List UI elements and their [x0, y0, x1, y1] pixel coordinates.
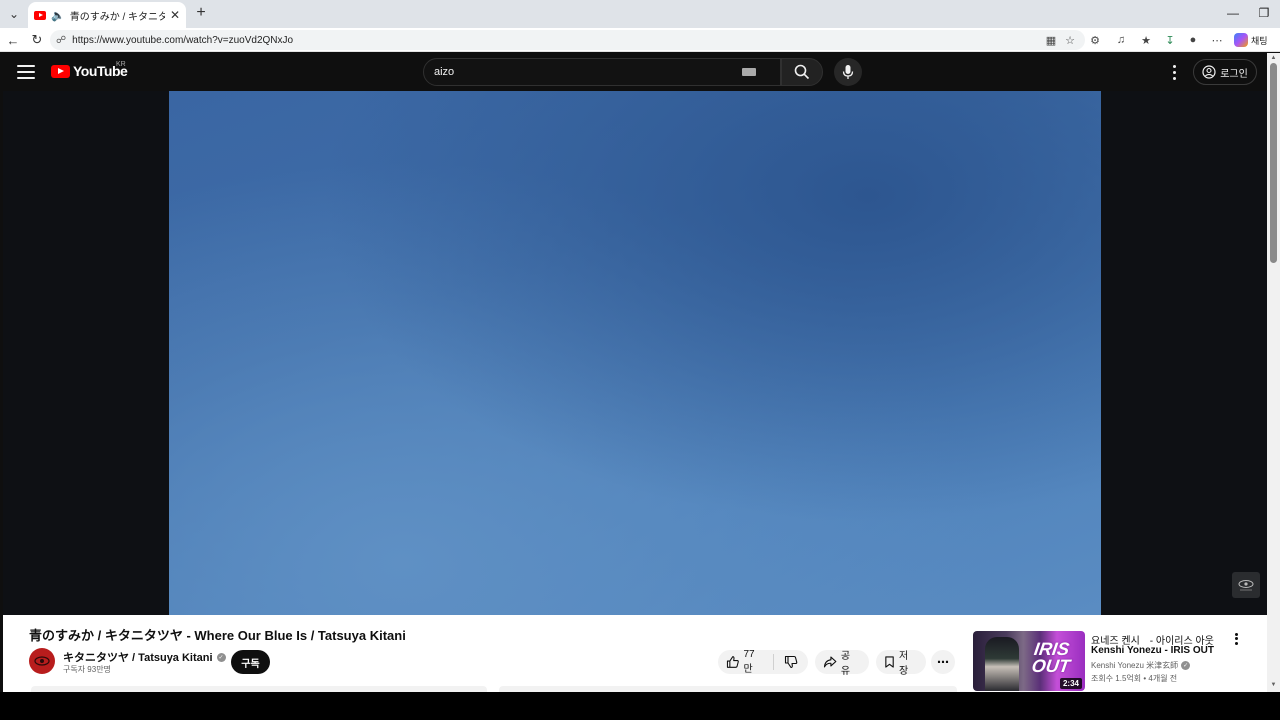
save-button[interactable]: 저장 — [876, 650, 926, 677]
search-button[interactable] — [781, 58, 823, 86]
account-circle-icon — [1202, 65, 1216, 79]
recommendation-menu-icon[interactable] — [1230, 632, 1242, 646]
microphone-icon — [842, 65, 854, 79]
login-button[interactable]: 로그인 — [1193, 59, 1257, 85]
tab-actions-menu-icon[interactable]: ⌄ — [4, 4, 24, 24]
keyboard-icon[interactable] — [742, 68, 756, 76]
video-title: 青のすみか / キタニタツヤ - Where Our Blue Is / Tat… — [29, 628, 406, 643]
search-query-text: aizo — [434, 66, 455, 78]
search-input[interactable]: aizo — [423, 58, 781, 86]
favorite-star-icon[interactable]: ☆ — [1062, 32, 1078, 48]
page-scrollbar[interactable]: ▲ ▼ — [1267, 53, 1280, 692]
guide-menu-icon[interactable] — [17, 65, 35, 79]
recommended-channel[interactable]: Kenshi Yonezu 米津玄師 ✓ — [1091, 660, 1191, 671]
reload-icon[interactable]: ↻ — [28, 31, 46, 49]
channel-name-link[interactable]: キタニタツヤ / Tatsuya Kitani ✓ — [63, 649, 226, 665]
settings-kebab-icon[interactable] — [1168, 63, 1180, 81]
share-arrow-icon — [823, 656, 837, 668]
scroll-up-icon[interactable]: ▲ — [1270, 55, 1277, 61]
url-field[interactable]: ☍ https://www.youtube.com/watch?v=zuoVd2… — [50, 30, 1085, 50]
verified-badge-icon: ✓ — [1181, 661, 1191, 670]
restore-button[interactable]: ❐ — [1249, 4, 1279, 22]
watch-metadata: 青のすみか / キタニタツヤ - Where Our Blue Is / Tat… — [3, 615, 1267, 692]
share-label: 공유 — [840, 651, 851, 677]
scroll-down-icon[interactable]: ▼ — [1270, 682, 1277, 688]
channel-name: キタニタツヤ / Tatsuya Kitani — [63, 652, 213, 664]
youtube-favicon-icon — [34, 10, 46, 20]
extensions-icon[interactable]: ⚙ — [1087, 32, 1103, 48]
app-available-icon[interactable]: ▦ — [1043, 32, 1059, 48]
channel-avatar[interactable] — [29, 648, 55, 674]
favorites-icon[interactable]: ★ — [1138, 32, 1154, 48]
like-dislike-segment: 77만 — [718, 649, 808, 675]
copilot-icon — [1234, 33, 1248, 47]
verified-badge-icon: ✓ — [216, 652, 226, 662]
eye-logo-icon — [34, 656, 50, 666]
back-arrow-icon[interactable]: ← — [4, 31, 22, 49]
video-duration: 2:34 — [1059, 678, 1082, 689]
settings-more-icon[interactable]: ⋯ — [1209, 32, 1225, 48]
recommended-video-meta: 조회수 1.5억회 • 4개월 전 — [1091, 674, 1178, 683]
recommended-video-subtitle[interactable]: Kenshi Yonezu - IRIS OUT — [1091, 645, 1214, 656]
channel-watermark-icon[interactable] — [1232, 572, 1260, 598]
tab-title: 青のすみか / キタニタツヤ - Whe — [69, 11, 165, 23]
tab-close-icon[interactable]: ✕ — [170, 8, 180, 22]
thumbnail-title-art: IRIS OUT — [1030, 639, 1072, 676]
browser-tab-bar: ⌄ 🔈 青のすみか / キタニタツヤ - Whe ✕ + — — [0, 0, 1280, 28]
copilot-label: 채팅 — [1251, 35, 1268, 46]
recommended-video-thumbnail[interactable]: IRIS OUT 2:34 — [973, 631, 1085, 691]
scroll-thumb[interactable] — [1270, 63, 1277, 263]
video-player[interactable] — [3, 91, 1267, 615]
thumbs-up-icon — [726, 656, 739, 668]
search-icon — [794, 64, 810, 80]
new-tab-button[interactable]: + — [192, 4, 210, 22]
save-label: 저장 — [899, 651, 909, 677]
youtube-masthead: YouTube KR aizo 로그인 — [3, 53, 1267, 91]
thumbs-down-icon — [784, 655, 798, 669]
recommended-channel-name: Kenshi Yonezu 米津玄師 — [1091, 661, 1179, 670]
region-code: KR — [116, 61, 126, 68]
login-label: 로그인 — [1220, 68, 1248, 80]
dislike-button[interactable] — [774, 655, 808, 669]
url-text: https://www.youtube.com/watch?v=zuoVd2QN… — [72, 34, 294, 46]
like-button[interactable]: 77만 — [718, 649, 774, 675]
subscriber-count: 구독자 93만명 — [63, 665, 111, 674]
site-info-icon[interactable]: ☍ — [56, 35, 66, 46]
media-control-icon[interactable]: ♫ — [1113, 32, 1129, 48]
browser-address-bar: ← ↻ ☍ https://www.youtube.com/watch?v=zu… — [0, 28, 1280, 52]
profile-avatar-icon[interactable]: ● — [1185, 32, 1201, 48]
browser-tab-active[interactable]: 🔈 青のすみか / キタニタツヤ - Whe ✕ — [28, 2, 186, 28]
video-frame[interactable] — [169, 91, 1101, 615]
voice-search-button[interactable] — [834, 58, 862, 86]
share-button[interactable]: 공유 — [815, 650, 869, 677]
youtube-play-icon — [51, 64, 70, 78]
subscribe-button[interactable]: 구독 — [231, 650, 270, 674]
taskbar-area — [0, 692, 1280, 720]
more-actions-icon[interactable]: ⋯ — [931, 650, 955, 674]
downloads-icon[interactable]: ↧ — [1162, 32, 1178, 48]
bookmark-icon — [885, 656, 894, 668]
speaker-audio-icon[interactable]: 🔈 — [51, 9, 65, 22]
like-count: 77만 — [743, 649, 755, 675]
copilot-button[interactable]: 채팅 — [1234, 31, 1278, 49]
eye-logo-icon — [1238, 580, 1254, 591]
thumbnail-character — [985, 637, 1019, 691]
